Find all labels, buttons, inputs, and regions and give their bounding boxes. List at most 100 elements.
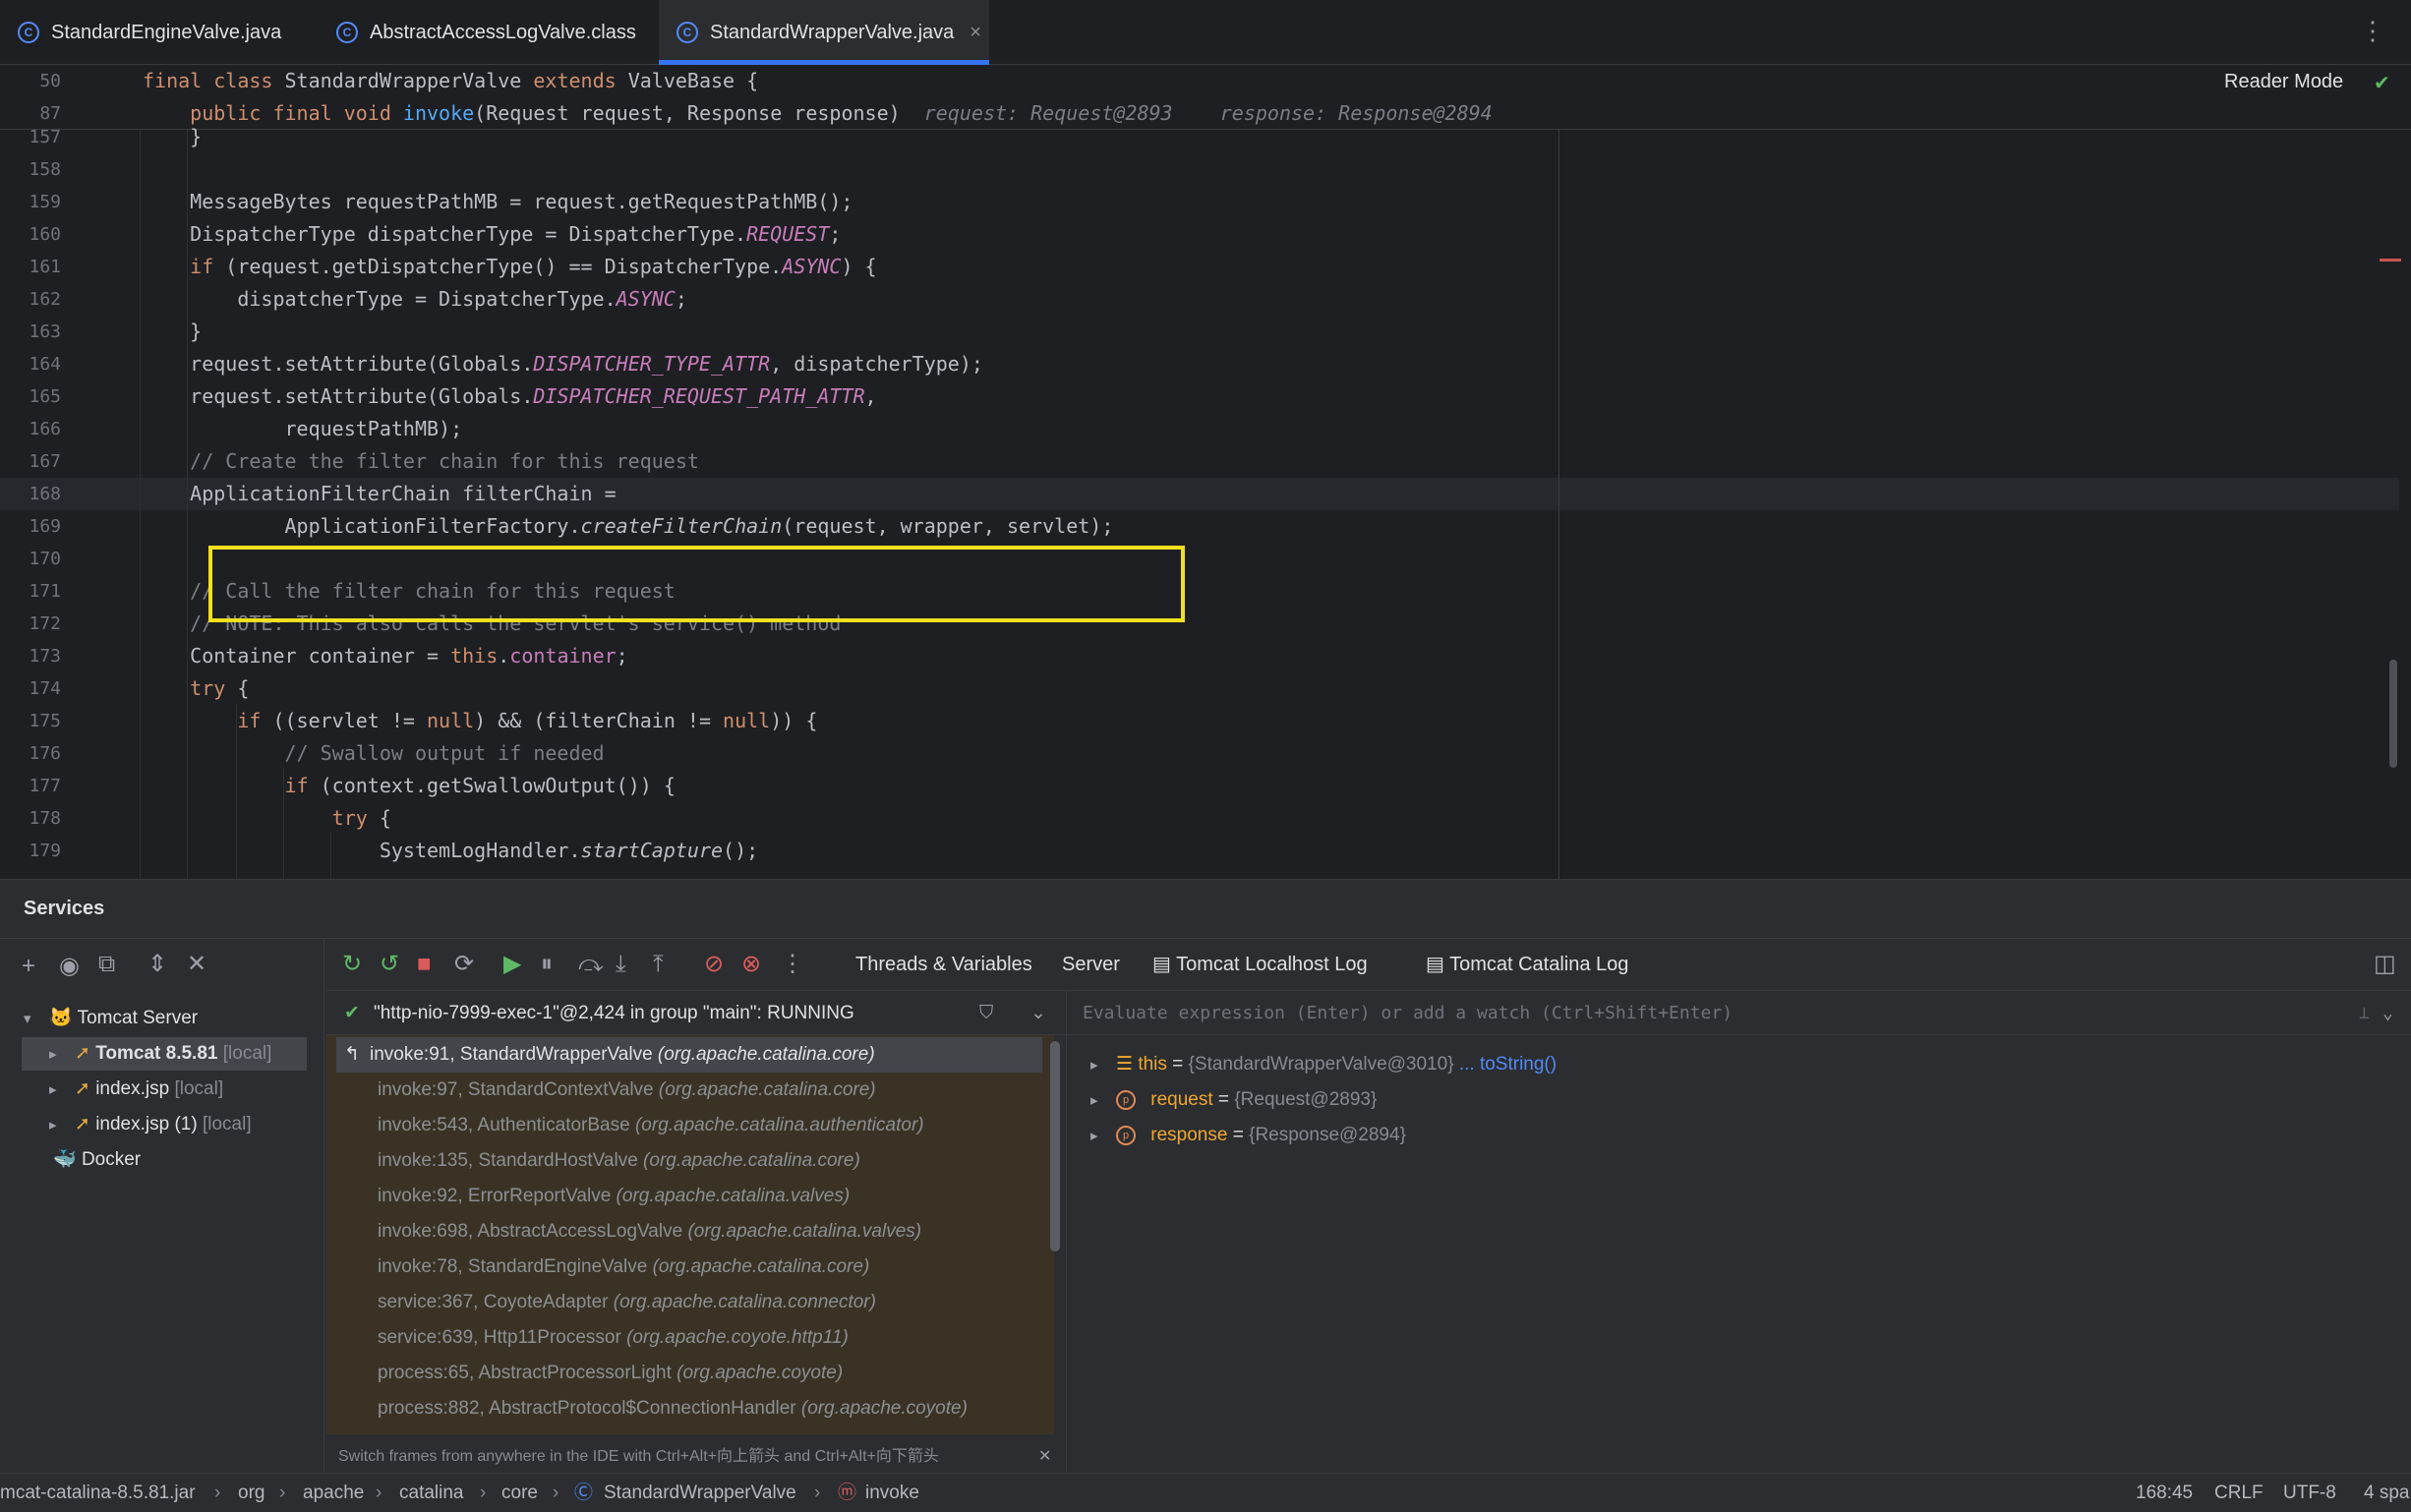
chevron-down-icon[interactable]: ▾ bbox=[24, 1003, 49, 1036]
breadcrumb-class[interactable]: StandardWrapperValve bbox=[604, 1474, 796, 1512]
code-line[interactable]: 176 // Swallow output if needed bbox=[0, 737, 2399, 770]
code-line[interactable]: 158 bbox=[0, 153, 2399, 186]
pause-icon[interactable]: ⏸ bbox=[541, 951, 553, 978]
code-line[interactable]: 159 MessageBytes requestPathMB = request… bbox=[0, 186, 2399, 218]
tree-item-index-jsp[interactable]: ▸ ➚ index.jsp [local] bbox=[49, 1073, 223, 1106]
line-number[interactable]: 172 bbox=[0, 608, 61, 640]
file-encoding[interactable]: UTF-8 bbox=[2283, 1474, 2336, 1512]
line-number[interactable]: 165 bbox=[0, 380, 61, 413]
stack-frame[interactable]: service:367, CoyoteAdapter (org.apache.c… bbox=[326, 1285, 1054, 1320]
stack-frame[interactable]: invoke:135, StandardHostValve (org.apach… bbox=[326, 1143, 1054, 1179]
code-line[interactable]: 164 request.setAttribute(Globals.DISPATC… bbox=[0, 348, 2399, 380]
chevron-right-icon[interactable]: ▸ bbox=[49, 1038, 75, 1072]
editor-scrollbar[interactable] bbox=[2389, 660, 2397, 768]
code-line[interactable]: 168 ApplicationFilterChain filterChain = bbox=[0, 478, 2399, 510]
line-number[interactable]: 170 bbox=[0, 543, 61, 575]
code-line[interactable]: 167 // Create the filter chain for this … bbox=[0, 445, 2399, 478]
line-number[interactable]: 168 bbox=[0, 478, 61, 510]
layout-icon[interactable]: ◫ bbox=[2374, 951, 2396, 978]
stop-icon[interactable]: ■ bbox=[417, 951, 432, 978]
chevron-right-icon[interactable]: ▸ bbox=[1090, 1119, 1116, 1154]
restart-icon[interactable]: ⟳ bbox=[454, 951, 474, 978]
code-line[interactable]: 174 try { bbox=[0, 672, 2399, 705]
breadcrumb-org[interactable]: org bbox=[238, 1474, 265, 1512]
stack-frame[interactable]: ↰ invoke:91, StandardWrapperValve (org.a… bbox=[336, 1037, 1042, 1073]
collapse-all-icon[interactable]: ✕ bbox=[187, 951, 206, 978]
code-line[interactable]: 160 DispatcherType dispatcherType = Disp… bbox=[0, 218, 2399, 251]
line-number[interactable]: 175 bbox=[0, 705, 61, 737]
variable-this[interactable]: ▸ ☰ this = {StandardWrapperValve@3010} ..… bbox=[1090, 1047, 1557, 1082]
line-number[interactable]: 164 bbox=[0, 348, 61, 380]
step-out-icon[interactable]: ⤒ bbox=[653, 951, 664, 978]
add-icon[interactable]: + bbox=[22, 953, 35, 980]
tree-item-tomcat-server[interactable]: ▾ 🐱 Tomcat Server bbox=[24, 1002, 198, 1035]
line-number[interactable]: 161 bbox=[0, 251, 61, 283]
breadcrumb-core[interactable]: core bbox=[501, 1474, 538, 1512]
thread-selector[interactable]: ✔ "http-nio-7999-exec-1"@2,424 in group … bbox=[326, 990, 1066, 1035]
tab-catalina-log[interactable]: ▤ Tomcat Catalina Log bbox=[1426, 939, 1628, 990]
tree-item-tomcat-instance[interactable]: ▸ ➚ Tomcat 8.5.81 [local] bbox=[22, 1037, 307, 1071]
line-number[interactable]: 169 bbox=[0, 510, 61, 543]
reader-mode-button[interactable]: Reader Mode bbox=[2224, 71, 2343, 93]
caret-position[interactable]: 168:45 bbox=[2136, 1474, 2193, 1512]
code-line[interactable]: 161 if (request.getDispatcherType() == D… bbox=[0, 251, 2399, 283]
breadcrumb-jar[interactable]: mcat-catalina-8.5.81.jar bbox=[0, 1474, 196, 1512]
tab-standard-wrapper-valve[interactable]: C StandardWrapperValve.java × bbox=[659, 0, 989, 65]
stack-frame[interactable]: service:639, Http11Processor (org.apache… bbox=[326, 1320, 1054, 1356]
tab-localhost-log[interactable]: ▤ Tomcat Localhost Log bbox=[1152, 939, 1368, 990]
code-line[interactable]: 163 } bbox=[0, 316, 2399, 348]
line-number[interactable]: 50 bbox=[0, 65, 61, 97]
line-number[interactable]: 179 bbox=[0, 835, 61, 867]
indent-setting[interactable]: 4 spa bbox=[2364, 1474, 2409, 1512]
variable-response[interactable]: ▸ p response = {Response@2894} bbox=[1090, 1118, 1406, 1153]
step-into-icon[interactable]: ⤓ bbox=[616, 951, 626, 978]
chevron-down-icon[interactable]: ⌄ bbox=[2382, 991, 2393, 1036]
line-number[interactable]: 163 bbox=[0, 316, 61, 348]
tab-abstract-access-log-valve[interactable]: C AbstractAccessLogValve.class bbox=[336, 0, 636, 65]
line-number[interactable]: 159 bbox=[0, 186, 61, 218]
frames-list[interactable]: ↰ invoke:91, StandardWrapperValve (org.a… bbox=[326, 1035, 1054, 1434]
rerun-failed-icon[interactable]: ↺ bbox=[380, 951, 399, 978]
code-line[interactable]: 179 SystemLogHandler.startCapture(); bbox=[0, 835, 2399, 867]
add-watch-icon[interactable]: ⊥ bbox=[2359, 991, 2370, 1036]
line-number[interactable]: 166 bbox=[0, 413, 61, 445]
frames-scrollbar[interactable] bbox=[1050, 1041, 1060, 1251]
chevron-down-icon[interactable]: ⌄ bbox=[1030, 991, 1046, 1036]
code-line[interactable]: 178 try { bbox=[0, 802, 2399, 835]
code-line[interactable]: 173 Container container = this.container… bbox=[0, 640, 2399, 672]
stack-frame[interactable]: invoke:698, AbstractAccessLogValve (org.… bbox=[326, 1214, 1054, 1250]
sticky-code-line[interactable]: 50 final class StandardWrapperValve exten… bbox=[0, 65, 2399, 97]
close-icon[interactable]: × bbox=[970, 22, 981, 44]
stack-frame[interactable]: process:882, AbstractProtocol$Connection… bbox=[326, 1391, 1054, 1426]
filter-icon[interactable]: ⛉ bbox=[979, 991, 993, 1036]
tab-standard-engine-valve[interactable]: C StandardEngineValve.java bbox=[18, 0, 281, 65]
breadcrumb-catalina[interactable]: catalina bbox=[399, 1474, 464, 1512]
view-breakpoints-icon[interactable]: ⊘ bbox=[704, 951, 724, 978]
stack-frame[interactable]: invoke:543, AuthenticatorBase (org.apach… bbox=[326, 1108, 1054, 1143]
line-number[interactable]: 160 bbox=[0, 218, 61, 251]
code-line[interactable]: 169 ApplicationFilterFactory.createFilte… bbox=[0, 510, 2399, 543]
code-line[interactable]: 166 requestPathMB); bbox=[0, 413, 2399, 445]
chevron-right-icon[interactable]: ▸ bbox=[1090, 1048, 1116, 1083]
tree-item-index-jsp-1[interactable]: ▸ ➚ index.jsp (1) [local] bbox=[49, 1108, 252, 1141]
tab-threads-variables[interactable]: Threads & Variables bbox=[855, 939, 1032, 990]
more-vertical-icon[interactable]: ⋮ bbox=[781, 951, 804, 978]
chevron-right-icon[interactable]: ▸ bbox=[49, 1109, 75, 1142]
expand-all-icon[interactable]: ⇕ bbox=[147, 951, 167, 978]
code-line[interactable]: 162 dispatcherType = DispatcherType.ASYN… bbox=[0, 283, 2399, 316]
code-editor[interactable]: 50 final class StandardWrapperValve exten… bbox=[0, 65, 2411, 879]
code-line[interactable]: 165 request.setAttribute(Globals.DISPATC… bbox=[0, 380, 2399, 413]
error-stripe-marker[interactable] bbox=[2380, 259, 2401, 262]
code-line[interactable]: 157 } bbox=[0, 121, 2399, 153]
line-number[interactable]: 157 bbox=[0, 121, 61, 153]
breadcrumb-method[interactable]: invoke bbox=[865, 1474, 919, 1512]
code-line[interactable]: 177 if (context.getSwallowOutput()) { bbox=[0, 770, 2399, 802]
close-icon[interactable]: ✕ bbox=[1038, 1440, 1051, 1474]
chevron-right-icon[interactable]: ▸ bbox=[49, 1074, 75, 1107]
resume-icon[interactable]: ▶ bbox=[503, 951, 521, 978]
line-separator[interactable]: CRLF bbox=[2214, 1474, 2264, 1512]
mute-breakpoints-icon[interactable]: ⊗ bbox=[741, 951, 761, 978]
step-over-icon[interactable]: ⤼ bbox=[578, 951, 604, 978]
line-number[interactable]: 176 bbox=[0, 737, 61, 770]
stack-frame[interactable]: invoke:92, ErrorReportValve (org.apache.… bbox=[326, 1179, 1054, 1214]
